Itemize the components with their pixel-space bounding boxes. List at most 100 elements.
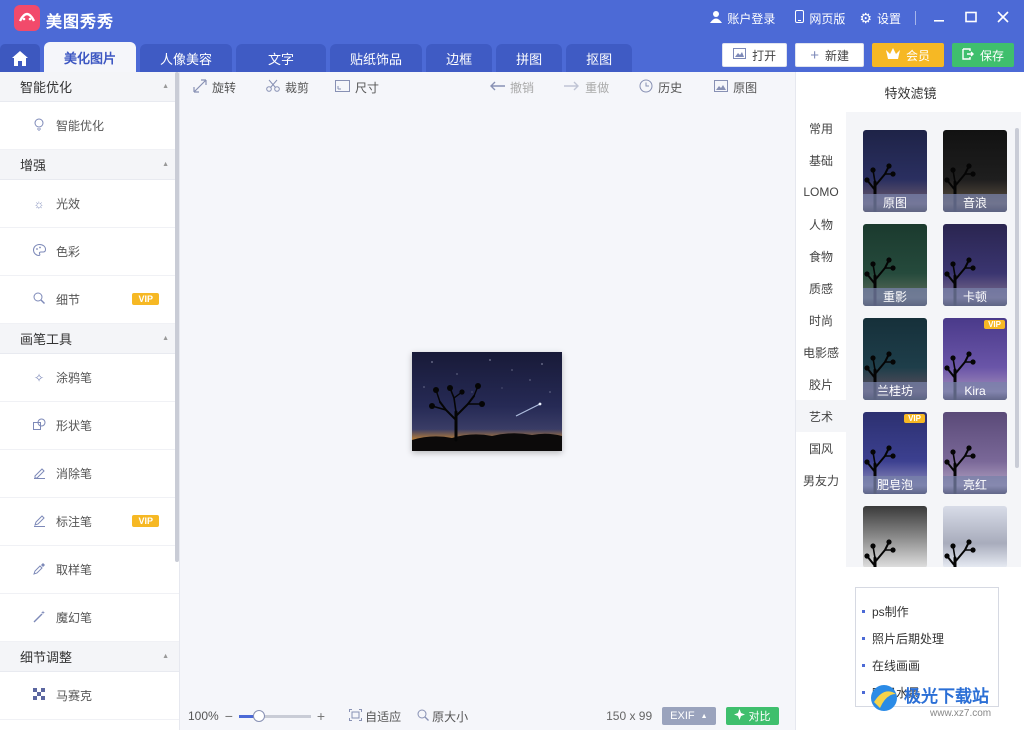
tab-text[interactable]: 文字 xyxy=(236,44,327,72)
filter-thumbnail[interactable] xyxy=(943,506,1007,567)
open-button[interactable]: 打开 xyxy=(722,43,788,67)
collapse-arrow-icon: ▲ xyxy=(162,335,169,342)
category-film[interactable]: 胶片 xyxy=(796,368,846,400)
annotate-pen-icon xyxy=(32,514,46,530)
section-brush-tools[interactable]: 画笔工具 ▲ xyxy=(0,324,179,354)
zoom-slider-knob[interactable] xyxy=(252,709,265,722)
undo-button[interactable]: 撤销 xyxy=(489,79,534,96)
category-lomo[interactable]: LOMO xyxy=(796,176,846,208)
history-label: 历史 xyxy=(658,80,683,95)
minimize-button[interactable] xyxy=(930,10,948,26)
save-icon xyxy=(962,47,974,63)
vip-badge: VIP xyxy=(904,414,925,423)
editing-canvas[interactable] xyxy=(180,102,794,702)
settings-button[interactable]: ⚙ 设置 xyxy=(859,10,901,27)
zoom-in-button[interactable]: + xyxy=(317,708,325,724)
tool-doodle-pen[interactable]: ✧ 涂鸦笔 xyxy=(0,354,179,402)
filter-thumbnail[interactable]: 重影 xyxy=(863,224,927,306)
filter-grid-scrollbar[interactable] xyxy=(1015,128,1019,468)
category-common[interactable]: 常用 xyxy=(796,112,846,144)
left-tools-panel: 智能优化 ▲ 智能优化 增强 ▲ ☼ 光效 色彩 细节 VIP 画笔工具 ▲ ✧… xyxy=(0,72,180,730)
minimize-icon xyxy=(934,20,944,22)
crown-icon xyxy=(885,48,900,62)
tool-smart-optimize[interactable]: 智能优化 xyxy=(0,102,179,150)
fit-button[interactable]: 自适应 xyxy=(349,708,401,725)
tab-beautify[interactable]: 美化图片 xyxy=(44,42,137,72)
close-button[interactable] xyxy=(994,10,1012,26)
filter-thumbnail[interactable]: 音浪 xyxy=(943,130,1007,212)
tool-shape-pen[interactable]: 形状笔 xyxy=(0,402,179,450)
actual-size-button[interactable]: 原大小 xyxy=(417,708,468,725)
magnifier-icon xyxy=(32,292,46,307)
tool-eraser-pen[interactable]: 消除笔 xyxy=(0,450,179,498)
category-texture[interactable]: 质感 xyxy=(796,272,846,304)
magic-pen-icon xyxy=(32,610,46,626)
tab-stickers[interactable]: 贴纸饰品 xyxy=(330,44,423,72)
new-button[interactable]: + 新建 xyxy=(795,43,864,67)
member-button[interactable]: 会员 xyxy=(871,43,944,67)
filter-thumbnail[interactable]: 亮红 xyxy=(943,412,1007,494)
save-button[interactable]: 保存 xyxy=(951,43,1014,67)
member-label: 会员 xyxy=(905,48,930,63)
category-people[interactable]: 人物 xyxy=(796,208,846,240)
left-panel-scrollbar[interactable] xyxy=(175,72,179,562)
image-icon xyxy=(733,48,747,62)
web-version-label: 网页版 xyxy=(809,11,846,26)
size-button[interactable]: 尺寸 xyxy=(335,79,379,96)
user-icon xyxy=(710,10,723,26)
category-fashion[interactable]: 时尚 xyxy=(796,304,846,336)
tab-border[interactable]: 边框 xyxy=(426,44,493,72)
maximize-button[interactable] xyxy=(962,10,980,26)
category-chinese-style[interactable]: 国风 xyxy=(796,432,846,464)
account-login-label: 账户登录 xyxy=(727,11,776,26)
category-art[interactable]: 艺术 xyxy=(796,400,846,432)
section-title: 智能优化 xyxy=(20,80,73,95)
filter-thumbnail[interactable]: 肥皂泡 VIP xyxy=(863,412,927,494)
web-version-button[interactable]: 网页版 xyxy=(795,10,845,27)
edited-photo[interactable] xyxy=(412,352,562,451)
mosaic-icon xyxy=(32,688,46,703)
filter-thumbnail[interactable]: Kira VIP xyxy=(943,318,1007,400)
tool-mosaic[interactable]: 马赛克 xyxy=(0,672,179,720)
zoom-slider[interactable] xyxy=(238,709,311,722)
bullet-icon xyxy=(862,610,865,613)
history-button[interactable]: 历史 xyxy=(639,79,682,96)
zoom-out-button[interactable]: − xyxy=(225,708,233,724)
tab-portrait[interactable]: 人像美容 xyxy=(140,44,233,72)
section-smart-optimize[interactable]: 智能优化 ▲ xyxy=(0,72,179,102)
filter-thumbnail[interactable]: 兰桂坊 xyxy=(863,318,927,400)
section-enhance[interactable]: 增强 ▲ xyxy=(0,150,179,180)
tool-color[interactable]: 色彩 xyxy=(0,228,179,276)
compare-label: 对比 xyxy=(748,711,771,723)
tool-detail[interactable]: 细节 VIP xyxy=(0,276,179,324)
actual-size-label: 原大小 xyxy=(432,709,469,724)
eyedropper-icon xyxy=(32,562,46,578)
category-boyfriend[interactable]: 男友力 xyxy=(796,464,846,496)
home-tab[interactable] xyxy=(0,44,40,72)
category-food[interactable]: 食物 xyxy=(796,240,846,272)
link-photo-post[interactable]: 照片后期处理 xyxy=(856,625,998,652)
link-online-painting[interactable]: 在线画画 xyxy=(856,652,998,679)
link-ps-make[interactable]: ps制作 xyxy=(856,598,998,625)
filter-thumbnail[interactable] xyxy=(863,506,927,567)
crop-button[interactable]: 裁剪 xyxy=(266,79,309,96)
filter-thumbnail[interactable]: 卡顿 xyxy=(943,224,1007,306)
tool-magic-pen[interactable]: 魔幻笔 xyxy=(0,594,179,642)
compare-button[interactable]: 对比 xyxy=(725,707,779,725)
redo-button[interactable]: 重做 xyxy=(564,79,609,96)
tab-cutout[interactable]: 抠图 xyxy=(566,44,633,72)
tool-annotate-pen[interactable]: 标注笔 VIP xyxy=(0,498,179,546)
filter-thumbnail[interactable]: 原图 xyxy=(863,130,927,212)
exif-button[interactable]: EXIF ▲ xyxy=(662,707,716,725)
tab-collage[interactable]: 拼图 xyxy=(496,44,563,72)
section-detail-adjust[interactable]: 细节调整 ▲ xyxy=(0,642,179,672)
app-title: 美图秀秀 xyxy=(46,14,115,31)
category-basic[interactable]: 基础 xyxy=(796,144,846,176)
rotate-button[interactable]: 旋转 xyxy=(193,78,236,96)
account-login-button[interactable]: 账户登录 xyxy=(710,10,775,27)
original-button[interactable]: 原图 xyxy=(714,79,757,96)
category-cinematic[interactable]: 电影感 xyxy=(796,336,846,368)
tool-eyedropper[interactable]: 取样笔 xyxy=(0,546,179,594)
tool-light-effect[interactable]: ☼ 光效 xyxy=(0,180,179,228)
home-icon xyxy=(12,50,28,66)
